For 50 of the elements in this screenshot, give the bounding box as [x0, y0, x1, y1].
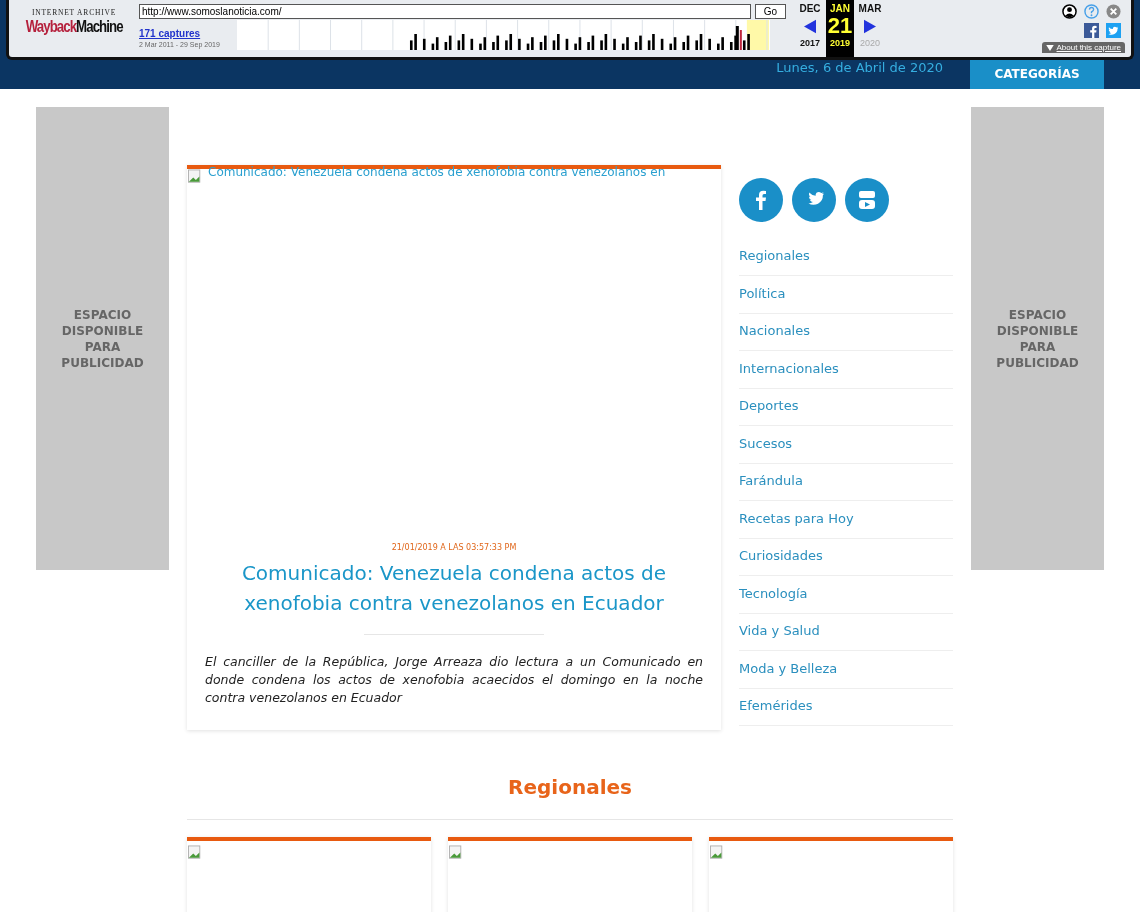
year-label: 2017	[800, 38, 820, 48]
go-button[interactable]: Go	[755, 4, 786, 19]
category-link[interactable]: Política	[739, 284, 953, 314]
month-column[interactable]: DEC 2017	[796, 0, 824, 57]
broken-image-icon	[188, 169, 202, 184]
facebook-icon[interactable]	[739, 178, 783, 222]
previous-arrow-icon[interactable]	[804, 18, 816, 34]
month-label: JAN	[830, 3, 850, 14]
broken-image-icon	[710, 844, 724, 860]
url-field[interactable]: http://www.somoslanoticia.com/	[139, 4, 751, 19]
article-date: 21/01/2019 A LAS 03:57:33 PM	[391, 543, 517, 552]
category-link[interactable]: Tecnología	[739, 584, 953, 614]
broken-image-icon	[449, 844, 463, 860]
day-number: 21	[827, 13, 853, 39]
category-link[interactable]: Deportes	[739, 397, 953, 426]
article-excerpt: El canciller de la República, Jorge Arreaza dio lectura a un Comunicado en donde condena los actos de xenofobia acaecidos el domingo en la noche contra venezolanos en Ecuador	[205, 653, 703, 707]
broken-image-icon	[188, 844, 202, 860]
image-alt-text[interactable]: Comunicado: Venezuela condena actos de xenofobia contra venezolanos en	[208, 165, 666, 184]
about-capture-label: About this capture	[1056, 43, 1121, 52]
capture-histogram-drawing[interactable]	[237, 20, 770, 50]
category-link[interactable]: Nacionales	[739, 322, 953, 351]
category-link[interactable]: Farándula	[739, 472, 953, 501]
month-label: MAR	[858, 3, 882, 14]
category-link[interactable]: Moda y Belleza	[739, 659, 953, 689]
wayback-logo[interactable]: WaybackMachine	[25, 17, 123, 37]
captures-link[interactable]: 171 captures	[139, 28, 237, 39]
category-link[interactable]: Recetas para Hoy	[739, 509, 953, 539]
month-label: DEC	[799, 3, 821, 14]
about-capture-button[interactable]: About this capture	[1041, 42, 1125, 53]
category-link[interactable]: Efemérides	[739, 697, 953, 726]
header-date: Lunes, 6 de Abril de 2020	[776, 60, 943, 75]
article-title[interactable]: Comunicado: Venezuela condena actos de xenofobia contra venezolanos en Ecuador	[219, 558, 689, 618]
section-title: Regionales	[507, 773, 633, 801]
year-label: 2019	[830, 38, 850, 48]
category-link[interactable]: Regionales	[739, 247, 953, 276]
categories-button[interactable]: CATEGORÍAS	[970, 60, 1104, 89]
category-link[interactable]: Internacionales	[739, 359, 953, 389]
category-link[interactable]: Vida y Salud	[739, 622, 953, 651]
month-column[interactable]: JAN 21 2019	[826, 0, 854, 57]
category-link[interactable]: Curiosidades	[739, 547, 953, 576]
twitter-icon[interactable]	[792, 178, 836, 222]
ad-text: ESPACIO DISPONIBLE PARA PUBLICIDAD	[60, 306, 145, 371]
ad-text: ESPACIO DISPONIBLE PARA PUBLICIDAD	[995, 306, 1080, 371]
year-label: 2020	[860, 38, 880, 48]
category-link[interactable]: Sucesos	[739, 434, 953, 464]
user-icon[interactable]	[1062, 4, 1077, 19]
twitter-icon[interactable]	[1106, 23, 1121, 38]
facebook-icon[interactable]	[1084, 23, 1099, 38]
close-icon[interactable]	[1106, 4, 1121, 19]
caret-icon	[1045, 44, 1054, 51]
